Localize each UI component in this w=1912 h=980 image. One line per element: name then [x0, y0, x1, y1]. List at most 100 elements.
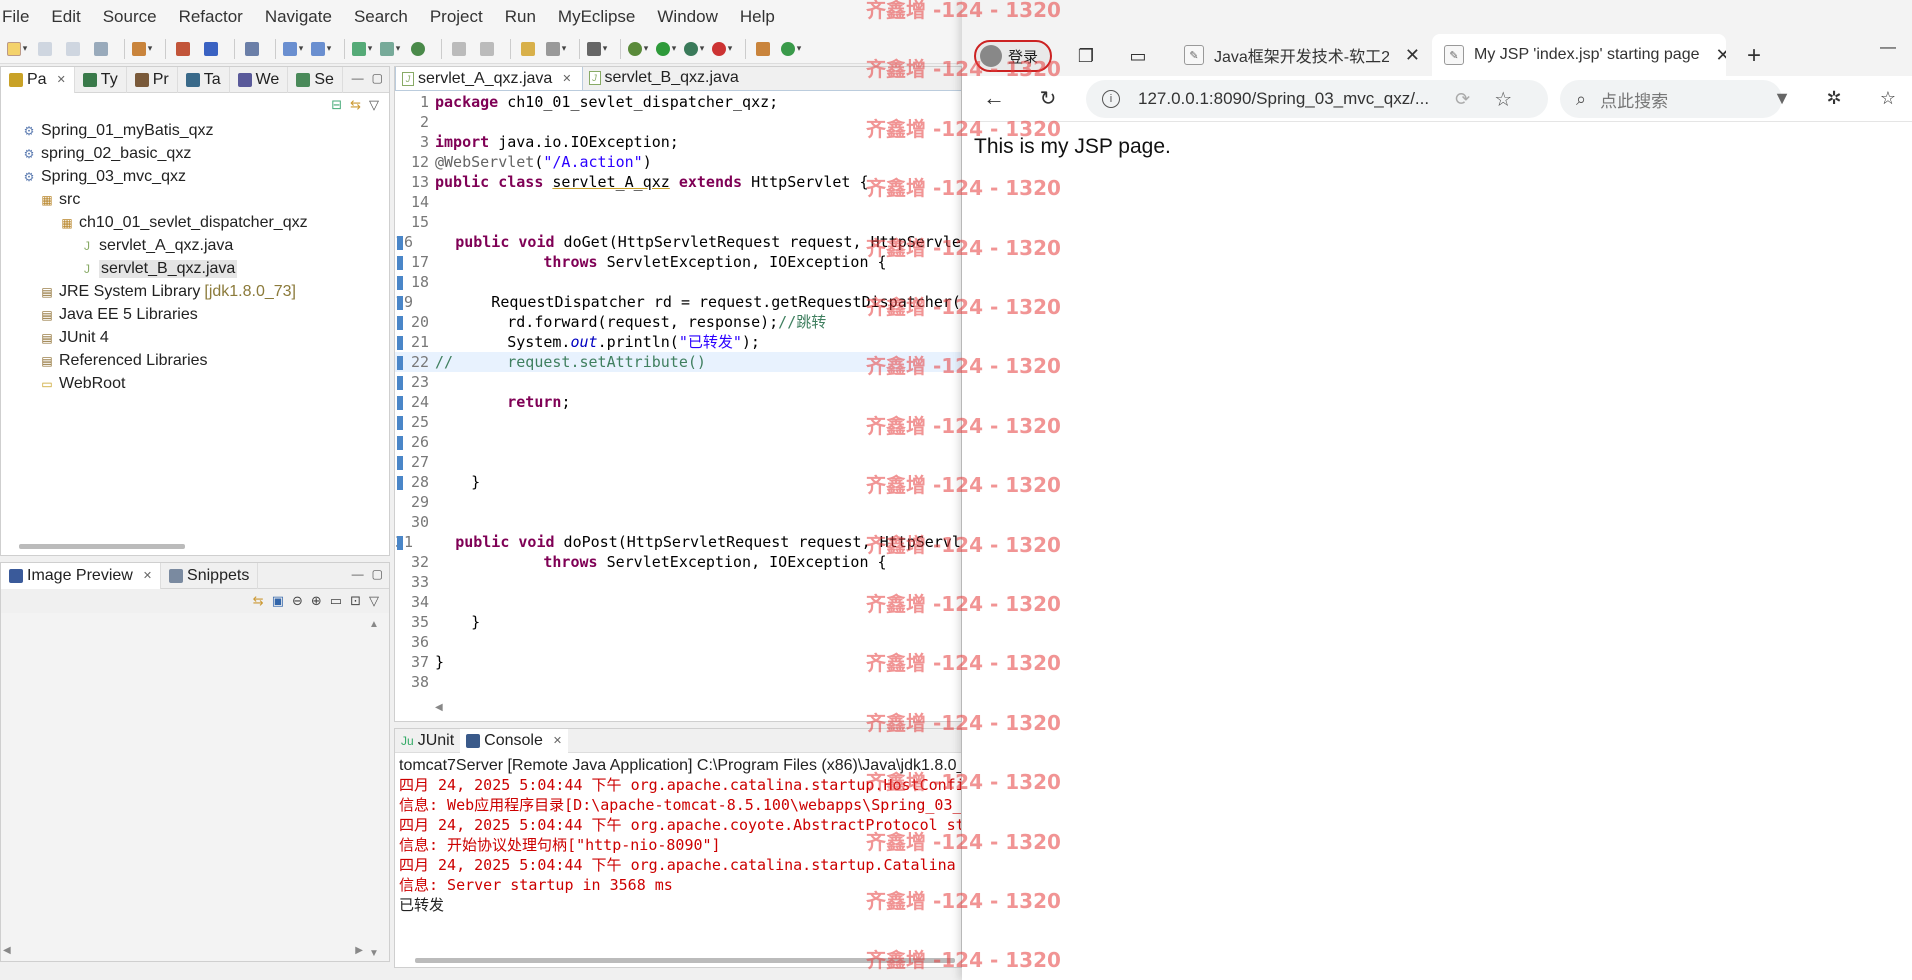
- tree-item[interactable]: ▦ ch10_01_sevlet_dispatcher_qxz: [1, 211, 389, 234]
- menu-help[interactable]: Help: [729, 0, 786, 34]
- tab-snippets[interactable]: Snippets: [161, 562, 259, 589]
- wizard-icon[interactable]: ▾: [282, 40, 304, 58]
- minimize-icon[interactable]: —: [352, 71, 364, 85]
- close-tab-icon[interactable]: ✕: [1405, 45, 1420, 66]
- code-line[interactable]: 20 rd.forward(request, response);//跳转: [395, 312, 961, 332]
- menu-search[interactable]: Search: [343, 0, 419, 34]
- tab-pr[interactable]: Pr: [127, 66, 178, 93]
- console-horizontal-scrollbar[interactable]: [415, 958, 955, 963]
- shield-icon[interactable]: ▼: [1768, 84, 1796, 112]
- code-line[interactable]: 22// request.setAttribute(): [395, 352, 961, 372]
- close-icon[interactable]: ✕: [143, 563, 152, 589]
- code-line[interactable]: 34: [395, 592, 961, 612]
- new-java-package-icon[interactable]: [752, 40, 774, 58]
- close-tab-icon[interactable]: ✕: [1715, 45, 1726, 66]
- tab-image-preview[interactable]: Image Preview ✕: [1, 562, 162, 589]
- menu-file[interactable]: File: [0, 0, 40, 34]
- code-line[interactable]: 12 @WebServlet("/A.action"): [395, 152, 961, 172]
- new-icon[interactable]: ▾: [6, 40, 28, 58]
- image-icon[interactable]: ▣: [272, 593, 284, 609]
- view-menu-icon[interactable]: ▽: [369, 593, 379, 609]
- menu-navigate[interactable]: Navigate: [254, 0, 343, 34]
- close-icon[interactable]: ✕: [553, 729, 562, 753]
- address-bar[interactable]: i 127.0.0.1:8090/Spring_03_mvc_qxz/... ⟳…: [1086, 80, 1548, 118]
- tab-console[interactable]: Console ✕: [460, 729, 569, 753]
- code-line[interactable]: 35 }: [395, 612, 961, 632]
- profile-button[interactable]: 登录: [974, 40, 1052, 72]
- code-line[interactable]: 19 RequestDispatcher rd = request.getReq…: [395, 292, 961, 312]
- forward-history-icon[interactable]: [476, 40, 498, 58]
- coverage-icon[interactable]: ▾: [683, 40, 705, 58]
- tree-item[interactable]: Jservlet_A_qxz.java: [1, 234, 389, 257]
- console-tool-icon[interactable]: ▾: [586, 40, 608, 58]
- explorer-horizontal-scrollbar[interactable]: [19, 544, 185, 549]
- server-icon[interactable]: [241, 40, 263, 58]
- search-box[interactable]: ⌕ 点此搜索: [1560, 80, 1782, 118]
- code-line[interactable]: 27: [395, 452, 961, 472]
- code-line[interactable]: 38: [395, 672, 961, 692]
- zoom-in-icon[interactable]: ⊕: [311, 593, 322, 609]
- collapse-all-icon[interactable]: ⊟: [331, 97, 342, 113]
- task-icon[interactable]: [517, 40, 539, 58]
- save-icon[interactable]: [34, 40, 56, 58]
- tab-pa[interactable]: Pa ✕: [1, 66, 75, 93]
- editor-tab-servlet-b[interactable]: J servlet_B_qxz.java: [583, 67, 749, 90]
- translate-icon[interactable]: ⟳: [1455, 89, 1470, 110]
- menu-project[interactable]: Project: [419, 0, 494, 34]
- print-icon[interactable]: [90, 40, 112, 58]
- browser-icon[interactable]: ▾: [351, 40, 373, 58]
- code-line[interactable]: 21 System.out.println("已转发");: [395, 332, 961, 352]
- site-info-icon[interactable]: i: [1102, 90, 1120, 108]
- new-tab-icon[interactable]: +: [1740, 42, 1768, 70]
- code-line[interactable]: 32 throws ServletException, IOException …: [395, 552, 961, 572]
- code-line[interactable]: 1 package ch10_01_sevlet_dispatcher_qxz;: [395, 92, 961, 112]
- tab-se[interactable]: Se: [288, 66, 343, 93]
- extensions-icon[interactable]: ✲: [1820, 84, 1848, 112]
- code-line[interactable]: 17 throws ServletException, IOException …: [395, 252, 961, 272]
- tab-actions-icon[interactable]: ▭: [1124, 42, 1152, 70]
- code-line[interactable]: 15: [395, 212, 961, 232]
- minimize-icon[interactable]: —: [352, 567, 364, 581]
- preview-horizontal-scrollbar[interactable]: ◀ ▶: [3, 945, 363, 957]
- code-line[interactable]: 30: [395, 512, 961, 532]
- tab-junit[interactable]: Ju JUnit: [395, 729, 460, 753]
- tab-ta[interactable]: Ta: [178, 66, 230, 93]
- menu-source[interactable]: Source: [92, 0, 168, 34]
- close-icon[interactable]: ✕: [57, 67, 66, 93]
- code-line[interactable]: 33: [395, 572, 961, 592]
- deploy-icon[interactable]: [200, 40, 222, 58]
- menu-refactor[interactable]: Refactor: [168, 0, 254, 34]
- code-line[interactable]: 13 public class servlet_A_qxz extends Htt…: [395, 172, 961, 192]
- open-type-icon[interactable]: ▾: [131, 40, 153, 58]
- refresh-icon[interactable]: ↻: [1034, 84, 1062, 112]
- console-output[interactable]: 四月 24, 2025 5:04:44 下午 org.apache.catali…: [395, 775, 961, 915]
- maximize-icon[interactable]: ▢: [372, 567, 383, 581]
- editor-horizontal-scrollbar[interactable]: ◀: [435, 702, 443, 713]
- code-line[interactable]: 28 }: [395, 472, 961, 492]
- code-line[interactable]: 24 return;: [395, 392, 961, 412]
- globe-icon[interactable]: [407, 40, 429, 58]
- code-line[interactable]: 23: [395, 372, 961, 392]
- tree-item[interactable]: ⚙ Spring_03_mvc_qxz: [1, 165, 389, 188]
- tree-item[interactable]: Jservlet_B_qxz.java: [1, 257, 389, 280]
- new-java-class-icon[interactable]: ▾: [780, 40, 802, 58]
- code-line[interactable]: 18: [395, 272, 961, 292]
- editor-tab-servlet-a[interactable]: J servlet_A_qxz.java ✕: [395, 67, 583, 90]
- menu-window[interactable]: Window: [646, 0, 728, 34]
- maximize-icon[interactable]: ▢: [372, 71, 383, 85]
- tree-item[interactable]: ▤ Java EE 5 Libraries: [1, 303, 389, 326]
- zoom-out-icon[interactable]: ⊖: [292, 593, 303, 609]
- tree-item[interactable]: ▤ JRE System Library [jdk1.8.0_73]: [1, 280, 389, 303]
- search-tool-icon[interactable]: ▾: [545, 40, 567, 58]
- link-with-editor-icon[interactable]: ⇆: [350, 97, 361, 113]
- tab-we[interactable]: We: [230, 66, 289, 93]
- tree-item[interactable]: ▤ Referenced Libraries: [1, 349, 389, 372]
- code-line[interactable]: 29: [395, 492, 961, 512]
- menu-run[interactable]: Run: [494, 0, 547, 34]
- browser-tab-jsp[interactable]: ✎ My JSP 'index.jsp' starting page ✕: [1432, 34, 1726, 76]
- external-tools-icon[interactable]: ▾: [711, 40, 733, 58]
- tree-item[interactable]: ▤ JUnit 4: [1, 326, 389, 349]
- launch-icon[interactable]: ▾: [310, 40, 332, 58]
- fit-icon[interactable]: ⊡: [350, 593, 361, 609]
- tree-item[interactable]: ⚙ Spring_01_myBatis_qxz: [1, 119, 389, 142]
